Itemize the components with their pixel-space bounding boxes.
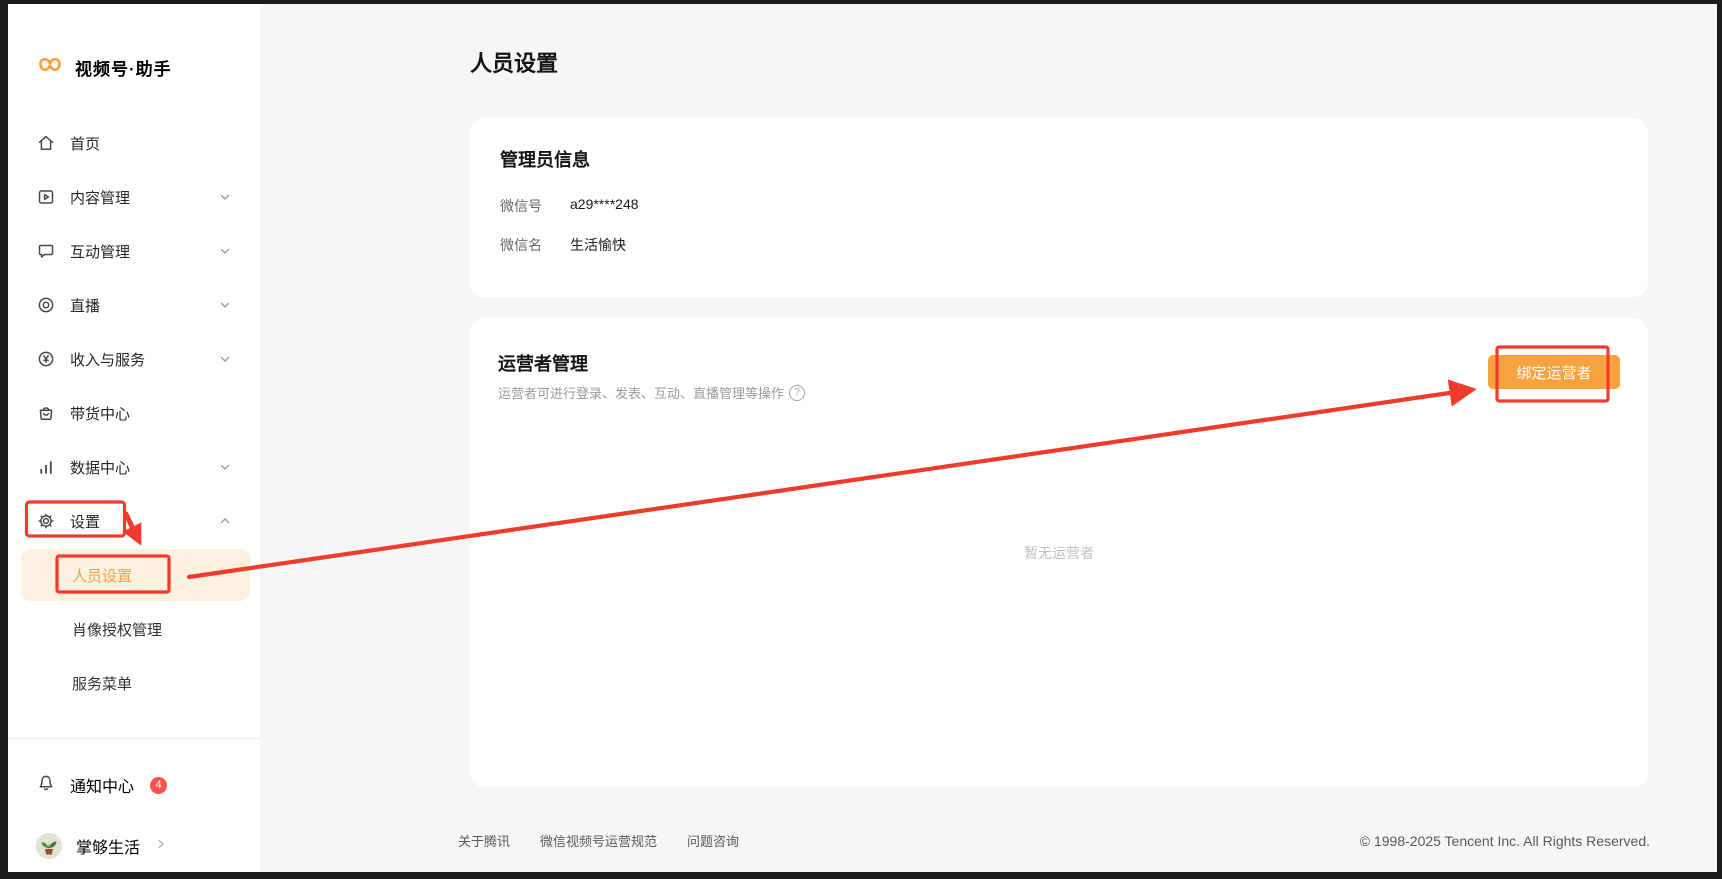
sidebar-item-label: 收入与服务 — [70, 349, 145, 370]
chat-icon — [36, 241, 56, 261]
live-icon — [36, 295, 56, 315]
data-chart-icon — [36, 457, 56, 477]
chevron-right-icon — [154, 837, 168, 856]
screenshot-frame: 视频号·助手 首页 — [0, 0, 1722, 879]
sidebar-item-interaction[interactable]: 互动管理 — [8, 225, 260, 277]
submenu-item-label: 人员设置 — [72, 565, 132, 586]
chevron-down-icon — [218, 460, 232, 474]
sidebar-item-settings[interactable]: 设置 — [8, 495, 260, 547]
chevron-down-icon — [218, 244, 232, 258]
chevron-down-icon — [218, 190, 232, 204]
sidebar-bottom: 通知中心 4 掌够生活 — [8, 738, 260, 872]
wechat-id-row: 微信号 a29****248 — [500, 196, 1618, 216]
sidebar-item-income[interactable]: 收入与服务 — [8, 333, 260, 385]
sidebar-item-label: 通知中心 — [70, 773, 134, 797]
chevron-down-icon — [218, 298, 232, 312]
sidebar-item-label: 互动管理 — [70, 241, 130, 262]
bell-icon — [36, 773, 56, 798]
settings-submenu: 人员设置 肖像授权管理 服务菜单 — [8, 549, 260, 709]
bind-operator-button[interactable]: 绑定运营者 — [1488, 355, 1620, 389]
copyright-text: © 1998-2025 Tencent Inc. All Rights Rese… — [1360, 833, 1650, 849]
sidebar-item-content[interactable]: 内容管理 — [8, 171, 260, 223]
sidebar-item-label: 首页 — [70, 133, 100, 154]
page-footer: 关于腾讯 微信视频号运营规范 问题咨询 © 1998-2025 Tencent … — [260, 831, 1717, 850]
footer-links: 关于腾讯 微信视频号运营规范 问题咨询 — [458, 831, 739, 850]
sidebar-item-label: 内容管理 — [70, 187, 130, 208]
gear-icon — [36, 511, 56, 531]
chevron-up-icon — [218, 514, 232, 528]
sidebar: 视频号·助手 首页 — [8, 4, 260, 872]
wechat-id-value: a29****248 — [570, 196, 639, 216]
notification-badge: 4 — [150, 777, 167, 794]
chevron-down-icon — [218, 352, 232, 366]
sidebar-item-home[interactable]: 首页 — [8, 117, 260, 169]
empty-operators-text: 暂无运营者 — [1024, 543, 1094, 563]
sidebar-item-label: 直播 — [70, 295, 100, 316]
page-title: 人员设置 — [470, 48, 1648, 80]
sidebar-item-label: 掌够生活 — [76, 834, 140, 858]
wechat-name-row: 微信名 生活愉快 — [500, 235, 1618, 255]
brand-logo: 视频号·助手 — [8, 4, 260, 84]
sidebar-item-label: 带货中心 — [70, 403, 130, 424]
wechat-name-value: 生活愉快 — [570, 235, 626, 255]
submenu-item-portrait-authorization[interactable]: 肖像授权管理 — [21, 603, 250, 655]
sidebar-item-label: 数据中心 — [70, 457, 130, 478]
sidebar-item-account[interactable]: 掌够生活 — [8, 820, 260, 872]
plant-avatar — [36, 833, 62, 859]
sidebar-item-live[interactable]: 直播 — [8, 279, 260, 331]
sidebar-item-shop[interactable]: 带货中心 — [8, 387, 260, 439]
admin-info-card: 管理员信息 微信号 a29****248 微信名 生活愉快 — [470, 118, 1648, 297]
video-content-icon — [36, 187, 56, 207]
footer-link-about-tencent[interactable]: 关于腾讯 — [458, 831, 510, 850]
operator-card-title: 运营者管理 — [498, 350, 1620, 376]
app-window: 视频号·助手 首页 — [8, 4, 1717, 872]
home-icon — [36, 133, 56, 153]
operator-card-description: 运营者可进行登录、发表、互动、直播管理等操作 ? — [498, 383, 1620, 402]
submenu-item-label: 肖像授权管理 — [72, 619, 162, 640]
help-icon[interactable]: ? — [789, 385, 805, 401]
footer-link-channels-rules[interactable]: 微信视频号运营规范 — [540, 831, 657, 850]
admin-card-title: 管理员信息 — [500, 146, 1618, 172]
sidebar-divider — [8, 738, 260, 739]
submenu-item-personnel-settings[interactable]: 人员设置 — [21, 549, 250, 601]
shop-bag-icon — [36, 403, 56, 423]
operator-management-card: 运营者管理 运营者可进行登录、发表、互动、直播管理等操作 ? 绑定运营者 暂无运… — [470, 318, 1648, 787]
sidebar-item-label: 设置 — [70, 511, 100, 532]
wechat-id-label: 微信号 — [500, 196, 556, 216]
main-content: 人员设置 管理员信息 微信号 a29****248 微信名 生活愉快 运营者管理 — [260, 4, 1717, 872]
sidebar-item-notifications[interactable]: 通知中心 4 — [8, 759, 260, 811]
sidebar-nav: 首页 内容管理 — [8, 117, 260, 709]
wechat-name-label: 微信名 — [500, 235, 556, 255]
channels-logo-icon — [36, 55, 64, 79]
brand-name: 视频号·助手 — [75, 55, 172, 80]
submenu-item-service-menu[interactable]: 服务菜单 — [21, 657, 250, 709]
footer-link-support[interactable]: 问题咨询 — [687, 831, 739, 850]
income-yen-icon — [36, 349, 56, 369]
sidebar-item-data[interactable]: 数据中心 — [8, 441, 260, 493]
submenu-item-label: 服务菜单 — [72, 673, 132, 694]
